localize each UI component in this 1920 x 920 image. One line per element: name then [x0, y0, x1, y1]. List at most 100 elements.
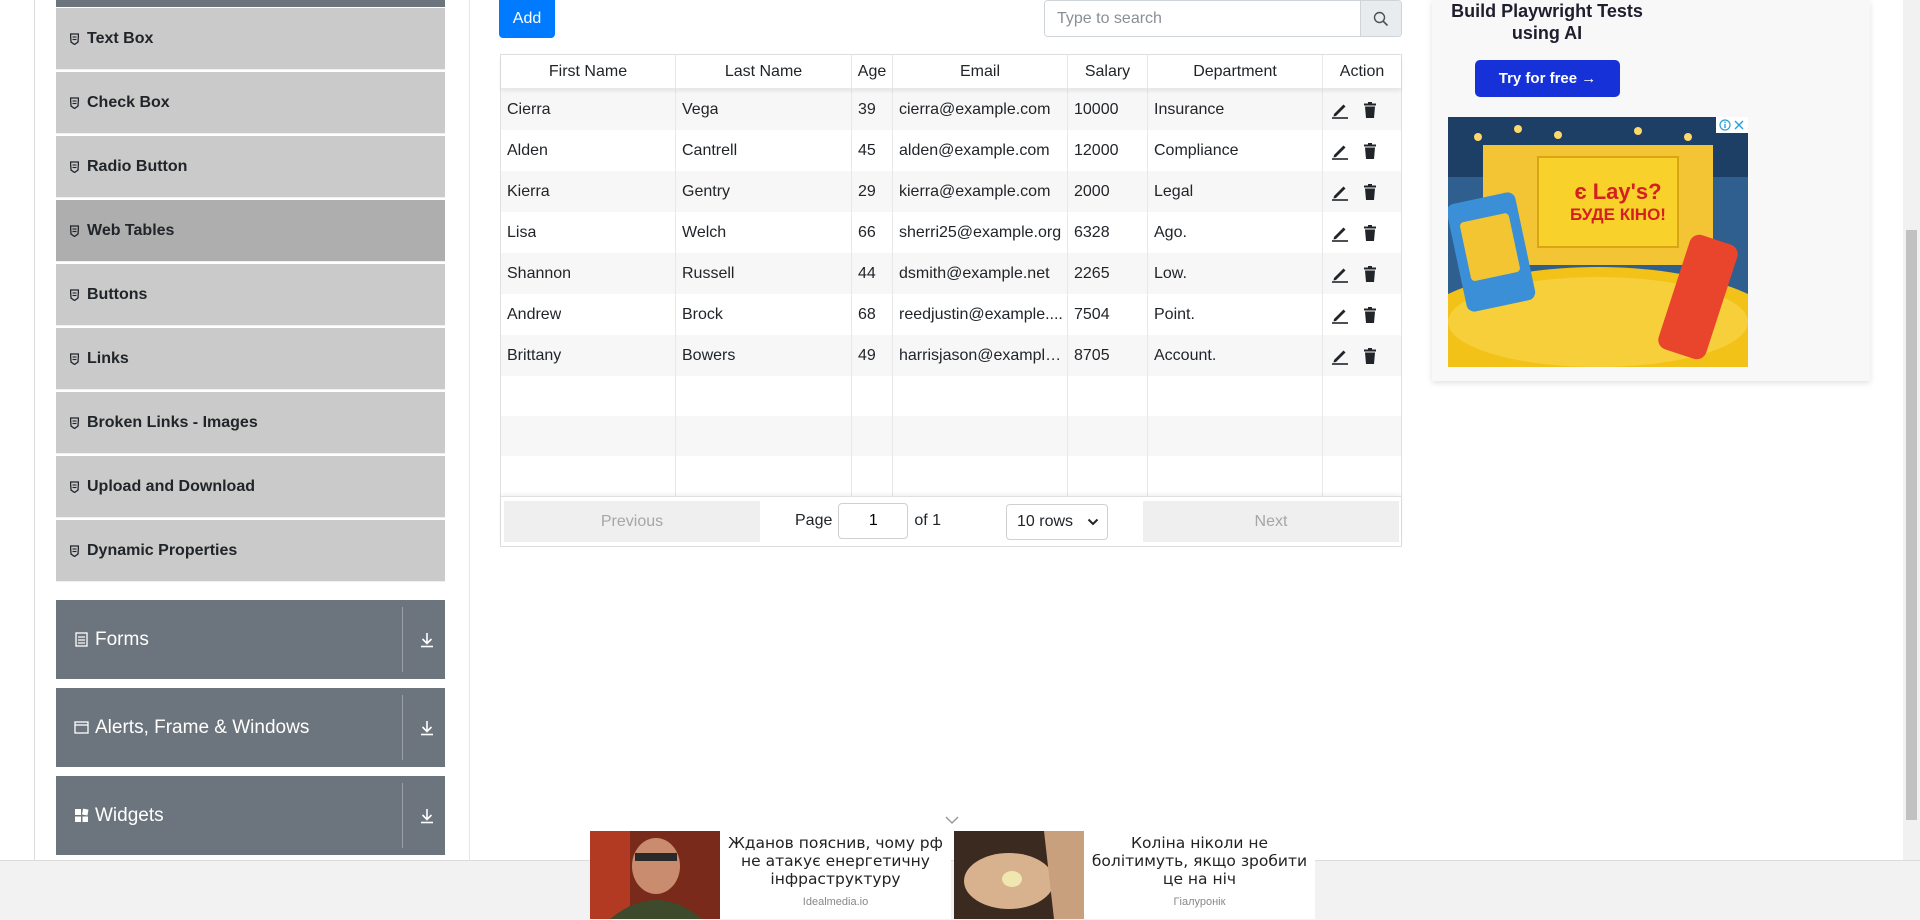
column-header[interactable]: Action: [1323, 55, 1401, 88]
html5-icon: [70, 96, 79, 109]
cell-text: 6328: [1074, 223, 1110, 241]
table-cell: Cierra: [501, 89, 676, 130]
cell-text: cierra@example.com: [899, 100, 1051, 118]
delete-icon[interactable]: [1361, 183, 1379, 201]
sidebar-item-broken-links-images[interactable]: Broken Links - Images: [56, 392, 445, 454]
news-card[interactable]: Жданов пояснив, чому рф не атакує енерге…: [590, 831, 951, 919]
cell-text: 7504: [1074, 305, 1110, 323]
edit-icon[interactable]: [1331, 183, 1349, 201]
try-for-free-button[interactable]: Try for free →: [1475, 60, 1620, 97]
info-icon: [1719, 119, 1731, 131]
group-forms[interactable]: Forms: [56, 600, 445, 679]
table-cell: 44: [852, 253, 893, 294]
sidebar-item-links[interactable]: Links: [56, 328, 445, 390]
column-header[interactable]: Last Name: [676, 55, 852, 88]
action-cell: [1323, 294, 1401, 335]
search-box: [1044, 0, 1402, 37]
edit-icon[interactable]: [1331, 224, 1349, 242]
rows-per-page-select[interactable]: 10 rows: [1006, 504, 1108, 540]
download-icon: [419, 632, 435, 648]
chevron-down-icon[interactable]: [944, 812, 960, 825]
ad-banner-text-1: є Lay's?: [1574, 179, 1662, 204]
sidebar-item-check-box[interactable]: Check Box: [56, 72, 445, 134]
news-card[interactable]: Коліна ніколи не болітимуть, якщо зробит…: [954, 831, 1315, 919]
add-button[interactable]: Add: [499, 0, 555, 38]
sidebar-menu: Text Box Check Box Radio Button Web Tables B…: [56, 8, 445, 584]
group-separator: [402, 695, 403, 760]
cell-text: Kierra: [507, 182, 550, 200]
cell-text: 66: [858, 223, 876, 241]
cell-text: Brock: [682, 305, 723, 323]
edit-icon[interactable]: [1331, 101, 1349, 119]
delete-icon[interactable]: [1361, 224, 1379, 242]
delete-icon[interactable]: [1361, 142, 1379, 160]
ad-close[interactable]: [1716, 117, 1748, 133]
table-cell: Welch: [676, 212, 852, 253]
sidebar-item-label: Dynamic Properties: [87, 541, 238, 559]
table-cell: 6328: [1068, 212, 1148, 253]
edit-icon[interactable]: [1331, 142, 1349, 160]
delete-icon[interactable]: [1361, 347, 1379, 365]
sidebar-item-label: Check Box: [87, 93, 170, 111]
action-cell: [1323, 212, 1401, 253]
elements-group-header[interactable]: [56, 0, 445, 7]
edit-icon[interactable]: [1331, 265, 1349, 283]
table-cell: [501, 456, 676, 496]
delete-icon[interactable]: [1361, 101, 1379, 119]
column-header[interactable]: Email: [893, 55, 1068, 88]
cell-text: Andrew: [507, 305, 562, 323]
table-cell: reedjustin@example....: [893, 294, 1068, 335]
cell-text: Lisa: [507, 223, 537, 241]
edit-icon[interactable]: [1331, 306, 1349, 324]
table-cell: Andrew: [501, 294, 676, 335]
group-alerts-frame-windows[interactable]: Alerts, Frame & Windows: [56, 688, 445, 767]
html5-icon: [70, 288, 79, 301]
sidebar-item-label: Buttons: [87, 285, 148, 303]
table-cell: 7504: [1068, 294, 1148, 335]
column-header[interactable]: Department: [1148, 55, 1323, 88]
search-input[interactable]: [1045, 1, 1360, 36]
column-header[interactable]: First Name: [501, 55, 676, 88]
sidebar-item-upload-and-download[interactable]: Upload and Download: [56, 456, 445, 518]
table-cell: [501, 416, 676, 456]
next-button[interactable]: Next: [1143, 501, 1399, 542]
ad-banner-image[interactable]: є Lay's? БУДЕ КІНО!: [1448, 117, 1748, 367]
page-number-input[interactable]: [838, 503, 909, 539]
table-cell: [1148, 376, 1323, 416]
previous-button[interactable]: Previous: [504, 501, 760, 542]
table-row: Brittany Bowers 49 harrisjason@example.... 8…: [501, 335, 1401, 376]
table-cell: [676, 416, 852, 456]
search-button[interactable]: [1360, 1, 1401, 36]
sidebar-item-buttons[interactable]: Buttons: [56, 264, 445, 326]
sidebar-item-text-box[interactable]: Text Box: [56, 8, 445, 70]
table-cell: sherri25@example.org: [893, 212, 1068, 253]
edit-icon[interactable]: [1331, 347, 1349, 365]
cell-text: 2000: [1074, 182, 1110, 200]
delete-icon[interactable]: [1361, 265, 1379, 283]
column-header[interactable]: Age: [852, 55, 893, 88]
news-thumbnail: [590, 831, 720, 919]
table-cell: 68: [852, 294, 893, 335]
group-widgets[interactable]: Widgets: [56, 776, 445, 855]
cell-text: Low.: [1154, 264, 1187, 282]
table-cell: Shannon: [501, 253, 676, 294]
table-cell: [1068, 456, 1148, 496]
ad-banner-text-2: БУДЕ КІНО!: [1570, 205, 1666, 224]
sidebar-item-dynamic-properties[interactable]: Dynamic Properties: [56, 520, 445, 582]
table-cell: Vega: [676, 89, 852, 130]
table-cell: Compliance: [1148, 130, 1323, 171]
group-label: Alerts, Frame & Windows: [95, 716, 310, 738]
scrollbar-thumb[interactable]: [1906, 230, 1917, 820]
news-headline: Жданов пояснив, чому рф не атакує енерге…: [728, 834, 943, 888]
cell-text: Insurance: [1154, 100, 1225, 118]
table-cell: Insurance: [1148, 89, 1323, 130]
table-header: First Name Last Name Age Email Salary Departm…: [501, 55, 1401, 89]
rows-per-page-value: 10 rows: [1017, 513, 1074, 530]
table-cell: [1323, 416, 1401, 456]
column-header[interactable]: Salary: [1068, 55, 1148, 88]
sidebar-item-radio-button[interactable]: Radio Button: [56, 136, 445, 198]
page-total: of 1: [914, 512, 942, 529]
sidebar-item-web-tables[interactable]: Web Tables: [56, 200, 445, 262]
table-row: Andrew Brock 68 reedjustin@example.... 7504 P…: [501, 294, 1401, 335]
delete-icon[interactable]: [1361, 306, 1379, 324]
